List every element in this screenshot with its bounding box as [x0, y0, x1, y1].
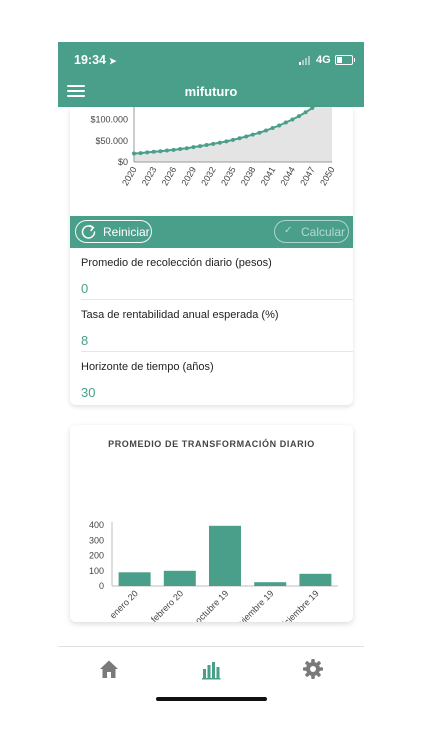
- projection-point: [250, 132, 255, 137]
- daily-collection-input[interactable]: 0: [81, 281, 88, 296]
- bar: [118, 572, 151, 586]
- reset-button[interactable]: Reiniciar: [75, 220, 152, 243]
- status-time: 19:34 ➤: [74, 53, 117, 67]
- x-tick-label: 2044: [278, 165, 297, 187]
- projection-point: [158, 149, 163, 154]
- projection-point: [237, 136, 242, 141]
- projection-point: [257, 130, 262, 135]
- projection-point: [204, 143, 209, 147]
- bar-category-label: febrero 20: [149, 588, 185, 622]
- projection-point: [151, 149, 156, 154]
- status-bar: 19:34 ➤ 4G: [58, 42, 364, 76]
- projection-point: [297, 114, 301, 119]
- bar-y-tick-label: 100: [89, 566, 104, 576]
- projection-point: [244, 134, 249, 139]
- projection-point: [264, 128, 268, 133]
- bar-y-tick-label: 300: [89, 535, 104, 545]
- bar-chart-icon: [202, 662, 221, 680]
- projection-point: [138, 151, 143, 156]
- projection-point: [290, 117, 295, 122]
- gear-icon: [303, 659, 323, 679]
- x-tick-label: 2029: [179, 165, 198, 187]
- x-tick-label: 2032: [199, 165, 218, 187]
- calculate-label: Calcular: [301, 225, 346, 239]
- bar: [163, 570, 196, 586]
- app-title: mifuturo: [184, 84, 238, 99]
- x-tick-label: 2041: [259, 165, 278, 187]
- reset-icon: [81, 224, 96, 239]
- time-horizon-label: Horizonte de tiempo (años): [81, 361, 214, 373]
- projection-point: [277, 123, 282, 128]
- projection-point: [303, 110, 308, 115]
- x-tick-label: 2020: [120, 165, 139, 187]
- transformation-bar-chart: 0 100 200 300 400 enero 20 febrero 20 octubre 1…: [89, 520, 338, 622]
- time-horizon-field[interactable]: Horizonte de tiempo (años) 30: [70, 352, 353, 404]
- tab-home[interactable]: [97, 657, 121, 681]
- tab-settings[interactable]: [301, 657, 325, 681]
- top-nav-bar: mifuturo: [58, 76, 364, 107]
- projection-point: [132, 151, 136, 156]
- cell-signal-icon: [299, 56, 313, 65]
- annual-return-label: Tasa de rentabilidad anual esperada (%): [81, 309, 279, 321]
- projection-point: [211, 141, 216, 146]
- home-indicator: [156, 697, 267, 701]
- calculate-button[interactable]: ✓ Calcular: [274, 220, 349, 243]
- x-tick-label: 2023: [140, 165, 159, 187]
- y-tick-label: $50.000: [95, 136, 128, 146]
- bar: [254, 582, 287, 586]
- x-tick-label: 2050: [318, 165, 337, 187]
- annual-return-field[interactable]: Tasa de rentabilidad anual esperada (%) …: [70, 300, 353, 352]
- y-tick-label: $100.000: [90, 115, 128, 125]
- x-tick-label: 2047: [298, 165, 317, 187]
- reset-label: Reiniciar: [103, 225, 150, 239]
- check-icon: ✓: [284, 225, 293, 236]
- projection-point: [217, 140, 222, 145]
- bar-y-tick-label: 0: [99, 581, 104, 591]
- projection-point: [178, 147, 183, 151]
- bar-y-tick-label: 400: [89, 520, 104, 530]
- tab-stats[interactable]: [199, 657, 223, 681]
- bar-category-label: enero 20: [108, 588, 140, 620]
- daily-collection-field[interactable]: Promedio de recolección diario (pesos) 0: [70, 248, 353, 300]
- network-type: 4G: [316, 54, 331, 66]
- time-horizon-input[interactable]: 30: [81, 385, 95, 400]
- bar-y-tick-label: 200: [89, 551, 104, 561]
- action-bar: Reiniciar ✓ Calcular: [70, 216, 353, 248]
- x-tick-label: 2038: [239, 165, 258, 187]
- battery-icon: [335, 55, 355, 65]
- projection-point: [165, 148, 169, 153]
- projection-point: [184, 146, 189, 151]
- x-tick-label: 2035: [219, 165, 238, 187]
- phone-screen: 19:34➤ 4G mifuturo $0$50.000$100.000$150…: [58, 42, 364, 710]
- projection-point: [283, 120, 288, 125]
- y-tick-label: $0: [118, 157, 128, 167]
- home-icon: [100, 660, 118, 678]
- bar: [209, 525, 241, 586]
- bar-category-label: noviembre 19: [230, 588, 276, 622]
- projection-point: [145, 150, 150, 155]
- calculator-card: $0$50.000$100.000$150.000202020232026202…: [70, 107, 353, 405]
- bar-category-label: octubre 19: [193, 588, 230, 622]
- transformation-card: PROMEDIO DE TRANSFORMACIÓN DIARIO 0 100 20…: [70, 425, 353, 622]
- projection-point: [191, 145, 196, 150]
- projection-point: [198, 144, 202, 149]
- annual-return-input[interactable]: 8: [81, 333, 88, 348]
- x-tick-label: 2026: [160, 165, 179, 187]
- projection-point: [171, 147, 176, 152]
- projection-point: [270, 126, 275, 130]
- projection-point: [224, 139, 229, 144]
- daily-collection-label: Promedio de recolección diario (pesos): [81, 257, 272, 269]
- projection-point: [231, 137, 235, 142]
- bar: [299, 573, 332, 586]
- projection-chart: $0$50.000$100.000$150.000202020232026202…: [90, 107, 337, 187]
- status-time-text: 19:34: [74, 53, 106, 67]
- location-arrow-icon: ➤: [108, 56, 117, 66]
- bar-category-label: diciembre 19: [277, 588, 321, 622]
